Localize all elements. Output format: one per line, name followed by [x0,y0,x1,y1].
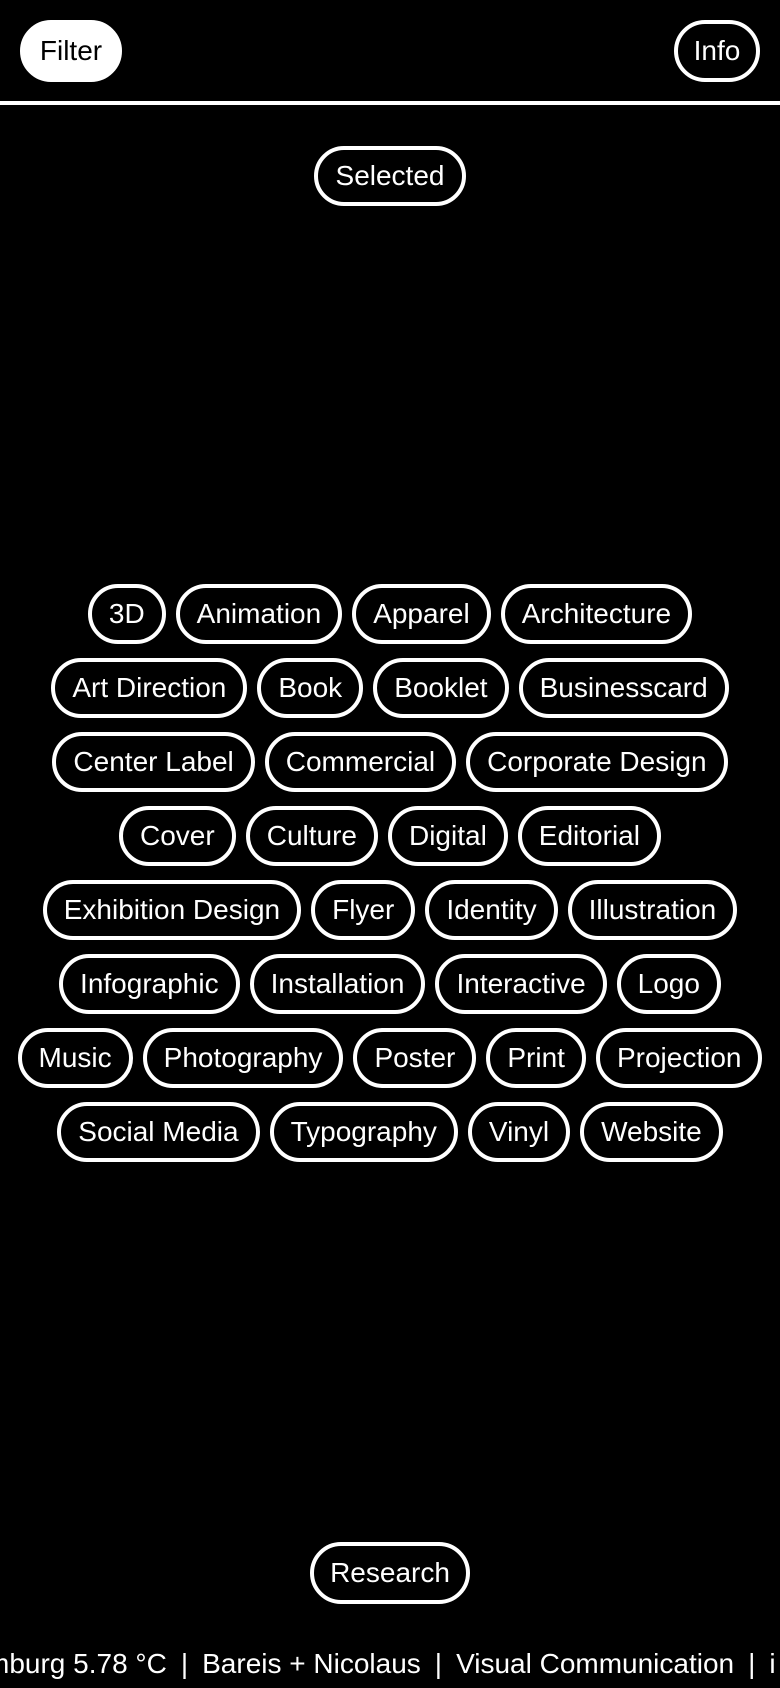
tag-button[interactable]: Editorial [517,806,661,866]
tag-button[interactable]: Print [486,1028,586,1088]
tag-button[interactable]: Apparel [352,584,491,644]
ticker-separator: | [434,1648,443,1679]
tag-button[interactable]: Animation [175,584,343,644]
tag-button[interactable]: Photography [142,1028,344,1088]
tag-row: Center Label Commercial Corporate Design [0,732,780,792]
tag-button[interactable]: Vinyl [467,1102,571,1162]
footer-ticker: mburg 5.78 °C | Bareis + Nicolaus | Visual C… [0,1640,780,1688]
tag-button[interactable]: 3D [87,584,166,644]
ticker-item: i [769,1648,776,1679]
tag-button[interactable]: Center Label [52,732,255,792]
research-button[interactable]: Research [310,1542,470,1604]
tag-button[interactable]: Culture [245,806,378,866]
tag-button[interactable]: Cover [119,806,236,866]
tag-button[interactable]: Interactive [435,954,607,1014]
tag-button[interactable]: Corporate Design [466,732,728,792]
tag-button[interactable]: Illustration [567,880,738,940]
tag-button[interactable]: Poster [353,1028,477,1088]
ticker-separator: | [180,1648,189,1679]
tag-row: Exhibition Design Flyer Identity Illustrati… [0,880,780,940]
ticker-separator: | [748,1648,756,1679]
tag-button[interactable]: Architecture [500,584,693,644]
tag-button[interactable]: Identity [425,880,558,940]
tag-button[interactable]: Digital [387,806,508,866]
ticker-track: mburg 5.78 °C | Bareis + Nicolaus | Visual C… [0,1640,776,1688]
ticker-item: Visual Communication [456,1648,735,1679]
tag-row: Infographic Installation Interactive Logo [0,954,780,1014]
tag-row: Art Direction Book Booklet Businesscard [0,658,780,718]
tag-button[interactable]: Logo [616,954,721,1014]
tag-button[interactable]: Infographic [59,954,240,1014]
tag-button[interactable]: Social Media [57,1102,260,1162]
tag-button[interactable]: Flyer [311,880,416,940]
tag-button[interactable]: Installation [249,954,426,1014]
header-divider [0,101,780,105]
tag-button[interactable]: Projection [595,1028,763,1088]
tag-button[interactable]: Art Direction [51,658,248,718]
tag-button[interactable]: Commercial [264,732,457,792]
tag-button[interactable]: Booklet [373,658,509,718]
tag-row: 3D Animation Apparel Architecture [0,584,780,644]
tag-row: Music Photography Poster Print Projection [0,1028,780,1088]
tag-button[interactable]: Exhibition Design [42,880,302,940]
tag-cloud: 3D Animation Apparel Architecture Art Direct… [0,584,780,1176]
tag-button[interactable]: Book [257,658,364,718]
tag-button[interactable]: Website [580,1102,723,1162]
tag-button[interactable]: Music [17,1028,133,1088]
tag-button[interactable]: Businesscard [518,658,729,718]
filter-button[interactable]: Filter [20,20,122,82]
ticker-item: Bareis + Nicolaus [202,1648,421,1679]
tag-button[interactable]: Typography [269,1102,458,1162]
tag-row: Cover Culture Digital Editorial [0,806,780,866]
info-button[interactable]: Info [674,20,760,82]
ticker-item: mburg 5.78 °C [0,1648,167,1679]
selected-button[interactable]: Selected [314,146,466,206]
tag-row: Social Media Typography Vinyl Website [0,1102,780,1162]
